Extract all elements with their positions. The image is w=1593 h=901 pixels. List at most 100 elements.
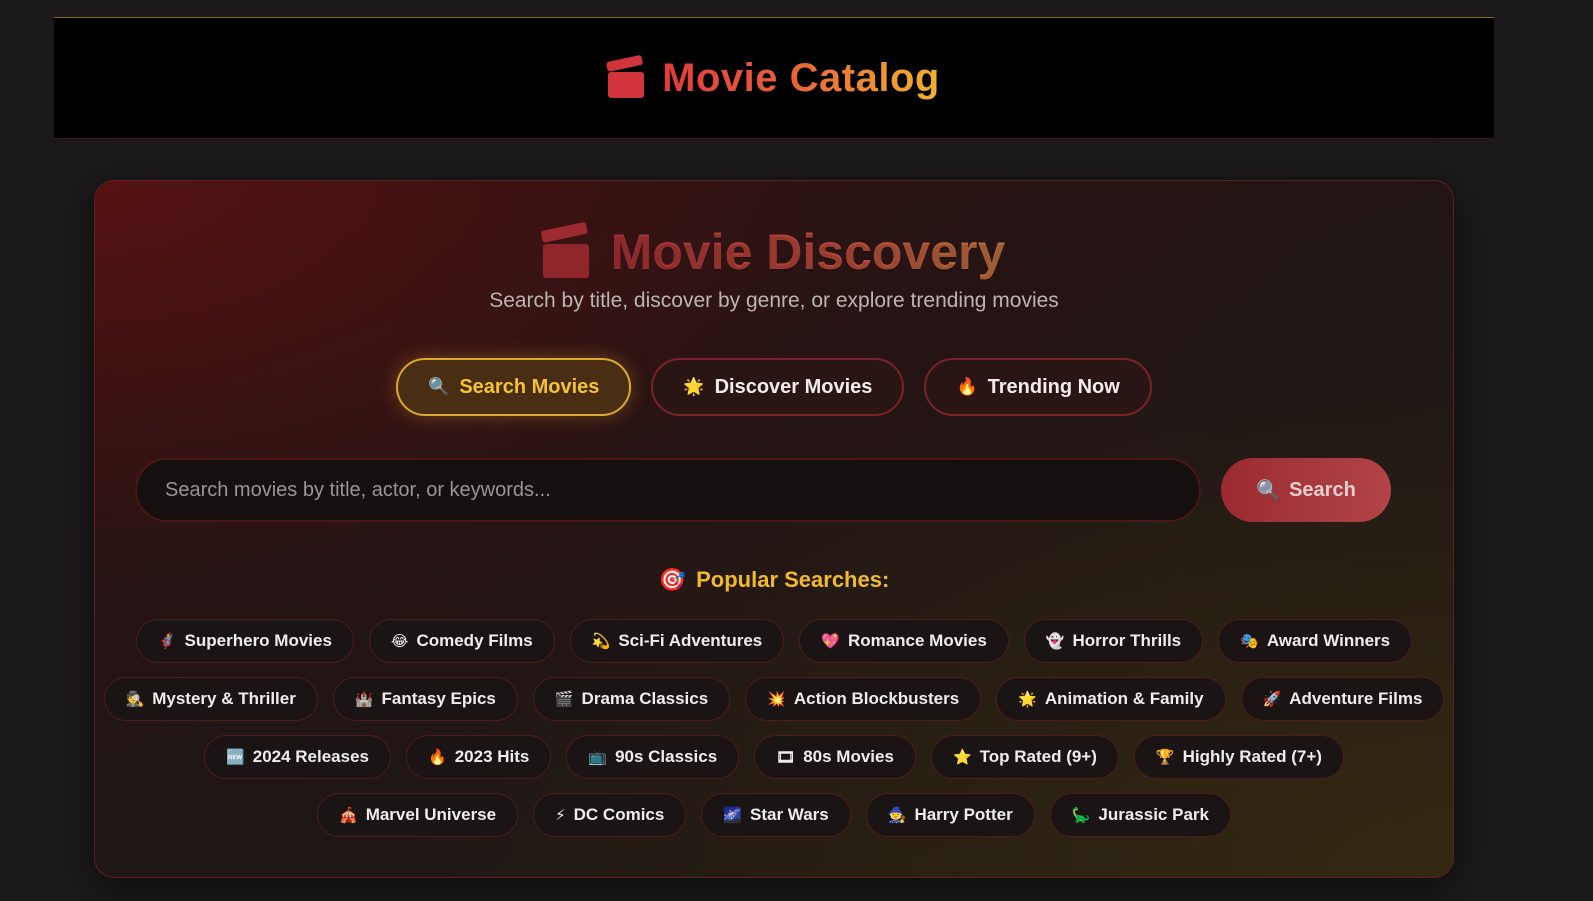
tab-search-movies[interactable]: 🔍 Search Movies — [396, 358, 632, 416]
chip-fantasy-epics[interactable]: 🏰 Fantasy Epics — [332, 677, 518, 721]
chip-label: Harry Potter — [914, 805, 1013, 824]
castle-icon: 🏰 — [354, 691, 374, 708]
chip-label: Star Wars — [750, 805, 829, 824]
star-icon: ⭐ — [952, 749, 972, 766]
film-strip-icon: 🎞 — [776, 749, 796, 766]
lightning-icon: ⚡ — [555, 807, 566, 824]
chip-80s-movies[interactable]: 🎞 80s Movies — [754, 735, 916, 779]
chip-label: Superhero Movies — [184, 631, 332, 650]
theater-masks-icon: 🎭 — [1240, 633, 1259, 650]
dizzy-star-icon: 💫 — [591, 633, 611, 650]
chip-label: 2024 Releases — [252, 747, 370, 766]
ghost-icon: 👻 — [1045, 633, 1065, 650]
tab-label: Trending Now — [987, 375, 1120, 398]
chip-top-rated[interactable]: ⭐ Top Rated (9+) — [930, 735, 1119, 779]
chip-2024-releases[interactable]: 🆕 2024 Releases — [204, 735, 392, 779]
discovery-panel: Movie Discovery Search by title, discove… — [94, 180, 1454, 878]
chip-label: 80s Movies — [803, 747, 894, 766]
chip-label: DC Comics — [573, 805, 665, 824]
chip-superhero-movies[interactable]: 🦸 Superhero Movies — [135, 619, 354, 663]
search-button-label: Search — [1289, 478, 1356, 501]
chip-comedy-films[interactable]: 😂 Comedy Films — [368, 619, 555, 663]
chip-row: 🆕 2024 Releases 🔥 2023 Hits 📺 90s Classics … — [125, 735, 1423, 779]
chip-drama-classics[interactable]: 🎬 Drama Classics — [532, 677, 731, 721]
television-icon: 📺 — [588, 749, 608, 766]
chip-horror-thrills[interactable]: 👻 Horror Thrills — [1023, 619, 1204, 663]
chip-label: Animation & Family — [1044, 689, 1204, 708]
chip-label: Horror Thrills — [1072, 631, 1182, 650]
chip-label: Jurassic Park — [1098, 805, 1209, 824]
search-bar: 🔍 Search — [135, 458, 1413, 522]
chip-90s-classics[interactable]: 📺 90s Classics — [566, 735, 740, 779]
sparkle-star-icon: 🌟 — [683, 377, 705, 396]
clapper-icon: 🎬 — [554, 691, 574, 708]
trophy-icon: 🏆 — [1155, 749, 1175, 766]
circus-tent-icon: 🎪 — [339, 807, 358, 824]
chip-label: Drama Classics — [581, 689, 709, 708]
tab-label: Discover Movies — [714, 375, 873, 398]
fire-icon: 🔥 — [956, 377, 978, 396]
laughing-face-icon: 😂 — [390, 633, 409, 650]
top-header: Movie Catalog — [54, 17, 1494, 139]
chip-label: Marvel Universe — [365, 805, 497, 824]
target-icon: 🎯 — [658, 567, 687, 592]
chip-label: Romance Movies — [847, 631, 987, 650]
page-title: Movie Discovery — [610, 224, 1006, 280]
chip-romance-movies[interactable]: 💖 Romance Movies — [799, 619, 1009, 663]
chip-row: 🦸 Superhero Movies 😂 Comedy Films 💫 Sci-Fi … — [125, 619, 1423, 663]
sparkle-star-icon: 🌟 — [1018, 691, 1037, 708]
chip-mystery-thriller[interactable]: 🕵 Mystery & Thriller — [103, 677, 318, 721]
chip-label: Mystery & Thriller — [152, 689, 296, 708]
chip-action-blockbusters[interactable]: 💥 Action Blockbusters — [745, 677, 982, 721]
chip-2023-hits[interactable]: 🔥 2023 Hits — [406, 735, 552, 779]
chip-row: 🎪 Marvel Universe ⚡ DC Comics 🌌 Star Wars 🧙… — [125, 793, 1423, 837]
hero-heading: Movie Discovery — [95, 221, 1453, 281]
chip-highly-rated[interactable]: 🏆 Highly Rated (7+) — [1133, 735, 1344, 779]
new-badge-icon: 🆕 — [226, 749, 245, 766]
chip-label: Comedy Films — [416, 631, 533, 650]
chip-marvel-universe[interactable]: 🎪 Marvel Universe — [317, 793, 519, 837]
chip-harry-potter[interactable]: 🧙 Harry Potter — [865, 793, 1035, 837]
chip-row: 🕵 Mystery & Thriller 🏰 Fantasy Epics 🎬 Dram… — [103, 677, 1445, 721]
explosion-icon: 💥 — [767, 691, 786, 708]
magnifier-icon: 🔍 — [428, 377, 450, 396]
detective-icon: 🕵 — [125, 691, 145, 708]
search-input[interactable] — [135, 458, 1201, 522]
chip-award-winners[interactable]: 🎭 Award Winners — [1218, 619, 1413, 663]
chip-label: Highly Rated (7+) — [1182, 747, 1322, 766]
app-title: Movie Catalog — [662, 55, 940, 100]
popular-search-chips: 🦸 Superhero Movies 😂 Comedy Films 💫 Sci-Fi … — [103, 619, 1445, 851]
dinosaur-icon: 🦕 — [1071, 807, 1091, 824]
search-button[interactable]: 🔍 Search — [1221, 458, 1391, 522]
popular-heading-text: Popular Searches: — [696, 567, 890, 592]
chip-dc-comics[interactable]: ⚡ DC Comics — [533, 793, 687, 837]
clapper-icon — [540, 221, 589, 278]
wizard-icon: 🧙 — [887, 807, 907, 824]
tab-discover-movies[interactable]: 🌟 Discover Movies — [651, 358, 905, 416]
chip-sci-fi-adventures[interactable]: 💫 Sci-Fi Adventures — [569, 619, 785, 663]
chip-label: Adventure Films — [1289, 689, 1423, 708]
popular-searches-heading: 🎯 Popular Searches: — [95, 567, 1453, 593]
brand[interactable]: Movie Catalog — [606, 54, 940, 101]
rocket-icon: 🚀 — [1262, 691, 1282, 708]
heart-icon: 💖 — [821, 633, 840, 650]
chip-adventure-films[interactable]: 🚀 Adventure Films — [1240, 677, 1445, 721]
chip-label: 2023 Hits — [454, 747, 530, 766]
mode-tabs: 🔍 Search Movies 🌟 Discover Movies 🔥 Tren… — [95, 358, 1453, 416]
chip-label: Fantasy Epics — [381, 689, 496, 708]
clapper-icon — [606, 54, 645, 98]
tab-label: Search Movies — [459, 375, 600, 398]
chip-label: Sci-Fi Adventures — [618, 631, 763, 650]
chip-animation-family[interactable]: 🌟 Animation & Family — [996, 677, 1226, 721]
page-subtitle: Search by title, discover by genre, or e… — [489, 289, 1059, 312]
chip-label: Award Winners — [1266, 631, 1391, 650]
chip-star-wars[interactable]: 🌌 Star Wars — [701, 793, 851, 837]
galaxy-icon: 🌌 — [723, 807, 743, 824]
chip-label: Action Blockbusters — [793, 689, 960, 708]
superhero-icon: 🦸 — [157, 633, 177, 650]
magnifier-icon: 🔍 — [1256, 479, 1282, 502]
fire-icon: 🔥 — [428, 749, 447, 766]
chip-label: 90s Classics — [615, 747, 718, 766]
tab-trending-now[interactable]: 🔥 Trending Now — [924, 358, 1152, 416]
chip-jurassic-park[interactable]: 🦕 Jurassic Park — [1049, 793, 1231, 837]
